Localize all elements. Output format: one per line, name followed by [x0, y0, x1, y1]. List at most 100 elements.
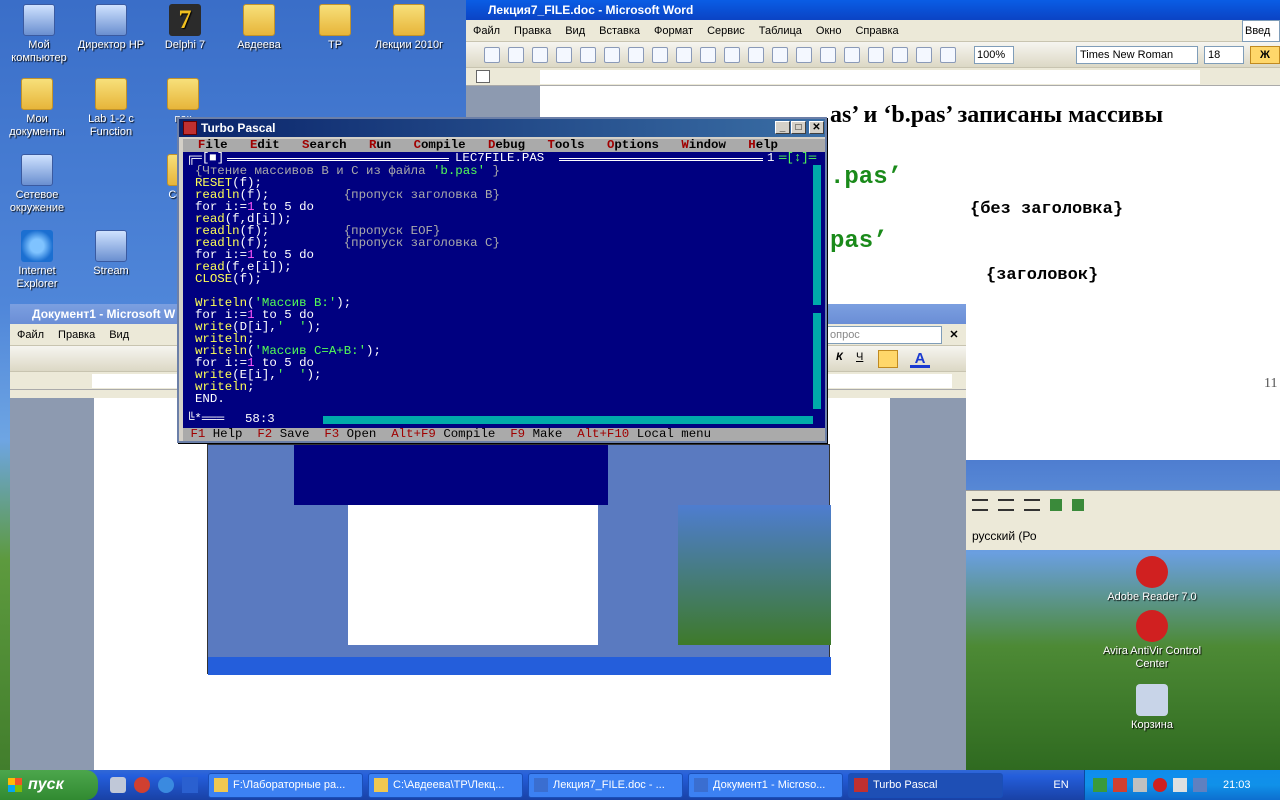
- toolbar-button-icon[interactable]: [508, 47, 524, 63]
- taskbar-task[interactable]: F:\Лабораторные ра...: [208, 773, 363, 798]
- quick-launch-icon[interactable]: [134, 777, 150, 793]
- tp-menu-item[interactable]: Options: [607, 138, 659, 152]
- close-icon[interactable]: ✕: [809, 121, 824, 134]
- border-icon[interactable]: [1050, 499, 1062, 511]
- tp-close-box[interactable]: ╔═[■]: [187, 152, 224, 165]
- taskbar-task[interactable]: Turbo Pascal: [848, 773, 1003, 798]
- desktop-icon[interactable]: Stream: [74, 230, 148, 278]
- toolbar-button-icon[interactable]: [748, 47, 764, 63]
- tp-status-item[interactable]: Alt+F10 Local menu: [577, 427, 711, 441]
- menu-item[interactable]: Вид: [109, 329, 129, 341]
- network-icon[interactable]: [1193, 778, 1207, 792]
- desktop-icon[interactable]: Директор HP: [74, 4, 148, 52]
- tp-menu-item[interactable]: Window: [681, 138, 726, 152]
- tp-menu-item[interactable]: File: [198, 138, 228, 152]
- tab-selector[interactable]: [476, 70, 490, 83]
- word-main-ruler[interactable]: [466, 68, 1280, 86]
- menu-item[interactable]: Файл: [473, 25, 500, 37]
- taskbar-task[interactable]: Лекция7_FILE.doc - ...: [528, 773, 683, 798]
- ie-icon[interactable]: [158, 777, 174, 793]
- toolbar-button-icon[interactable]: [772, 47, 788, 63]
- tp-menu-item[interactable]: Help: [748, 138, 778, 152]
- toolbar-button-icon[interactable]: [796, 47, 812, 63]
- taskbar-task[interactable]: Документ1 - Microso...: [688, 773, 843, 798]
- toolbar-button-icon[interactable]: [700, 47, 716, 63]
- menu-item[interactable]: Таблица: [759, 25, 802, 37]
- menu-item[interactable]: Формат: [654, 25, 693, 37]
- tp-status-item[interactable]: F2 Save: [257, 427, 309, 441]
- tp-status-item[interactable]: Alt+F9 Compile: [391, 427, 495, 441]
- maximize-icon[interactable]: □: [791, 121, 806, 134]
- font-color-icon[interactable]: A: [910, 350, 930, 368]
- toolbar-button-icon[interactable]: [892, 47, 908, 63]
- toolbar-button-icon[interactable]: [652, 47, 668, 63]
- tray-icon[interactable]: [1133, 778, 1147, 792]
- tray-icon[interactable]: [1093, 778, 1107, 792]
- tp-menu-item[interactable]: Debug: [488, 138, 525, 152]
- menu-item[interactable]: Сервис: [707, 25, 745, 37]
- font-size-select[interactable]: 18: [1204, 46, 1244, 64]
- speaker-icon[interactable]: [1173, 778, 1187, 792]
- minimize-icon[interactable]: _: [775, 121, 790, 134]
- bold-button[interactable]: Ж: [1250, 46, 1280, 64]
- toolbar-button-icon[interactable]: [868, 47, 884, 63]
- help-search-input[interactable]: Введ: [1242, 20, 1280, 42]
- toolbar-button-icon[interactable]: [940, 47, 956, 63]
- tp-zoom-icon[interactable]: ═[↕]═: [779, 152, 816, 165]
- toolbar-button-icon[interactable]: [628, 47, 644, 63]
- start-button[interactable]: пуск: [0, 770, 98, 800]
- underline-button[interactable]: Ч: [856, 351, 868, 367]
- desktop-icon[interactable]: Лекции 2010г: [372, 4, 446, 52]
- toolbar-button-icon[interactable]: [844, 47, 860, 63]
- desktop-icon[interactable]: TP: [298, 4, 372, 52]
- tp-code-editor[interactable]: {Чтение массивов B и C из файла 'b.pas' …: [195, 165, 809, 409]
- tp-titlebar[interactable]: Turbo Pascal _ □ ✕: [179, 119, 825, 137]
- tp-menu-item[interactable]: Tools: [547, 138, 584, 152]
- tp-menu-item[interactable]: Search: [302, 138, 347, 152]
- align-icon[interactable]: [972, 499, 988, 511]
- toolbar-button-icon[interactable]: [820, 47, 836, 63]
- desktop-icon[interactable]: Сетевое окружение: [0, 154, 74, 215]
- desktop-icon[interactable]: Avira AntiVir Control Center: [1092, 610, 1212, 671]
- tp-status-item[interactable]: F3 Open: [324, 427, 376, 441]
- desktop-icon[interactable]: Авдеева: [222, 4, 296, 52]
- menu-item[interactable]: Окно: [816, 25, 842, 37]
- tp-menu-item[interactable]: Compile: [414, 138, 466, 152]
- doc1-close-icon[interactable]: ✕: [946, 326, 962, 344]
- desktop-icon[interactable]: Мой компьютер: [2, 4, 76, 65]
- tray-icon[interactable]: [1113, 778, 1127, 792]
- menu-item[interactable]: Правка: [58, 329, 95, 341]
- tp-menu-item[interactable]: Run: [369, 138, 391, 152]
- tp-horizontal-scrollbar[interactable]: [323, 416, 813, 424]
- antivirus-icon[interactable]: [1153, 778, 1167, 792]
- tp-status-item[interactable]: F1 Help: [190, 427, 242, 441]
- desktop-icon[interactable]: Корзина: [1092, 684, 1212, 732]
- desktop-icon[interactable]: Lab 1-2 с Function: [74, 78, 148, 139]
- italic-button[interactable]: К: [836, 351, 848, 367]
- desktop-icon[interactable]: 7 Delphi 7: [148, 4, 222, 52]
- tp-vscroll-thumb[interactable]: [813, 305, 821, 313]
- word-main-titlebar[interactable]: Лекция7_FILE.doc - Microsoft Word: [466, 0, 1280, 20]
- show-desktop-icon[interactable]: [182, 777, 198, 793]
- toolbar-button-icon[interactable]: [676, 47, 692, 63]
- shading-icon[interactable]: [1072, 499, 1084, 511]
- taskbar-task[interactable]: C:\Авдеева\TP\Лекц...: [368, 773, 523, 798]
- menu-item[interactable]: Вид: [565, 25, 585, 37]
- menu-item[interactable]: Файл: [17, 329, 44, 341]
- list-icon[interactable]: [998, 499, 1014, 511]
- menu-item[interactable]: Правка: [514, 25, 551, 37]
- toolbar-button-icon[interactable]: [580, 47, 596, 63]
- toolbar-button-icon[interactable]: [556, 47, 572, 63]
- indent-icon[interactable]: [1024, 499, 1040, 511]
- zoom-select[interactable]: 100%: [974, 46, 1014, 64]
- language-indicator[interactable]: EN: [1046, 777, 1076, 793]
- desktop-icon[interactable]: Adobe Reader 7.0: [1092, 556, 1212, 604]
- menu-item[interactable]: Справка: [855, 25, 898, 37]
- clock[interactable]: 21:03: [1223, 777, 1273, 793]
- toolbar-button-icon[interactable]: [532, 47, 548, 63]
- toolbar-button-icon[interactable]: [724, 47, 740, 63]
- desktop-icon[interactable]: Internet Explorer: [0, 230, 74, 291]
- font-select[interactable]: Times New Roman: [1076, 46, 1198, 64]
- tp-vertical-scrollbar[interactable]: [813, 165, 821, 409]
- toolbar-button-icon[interactable]: [484, 47, 500, 63]
